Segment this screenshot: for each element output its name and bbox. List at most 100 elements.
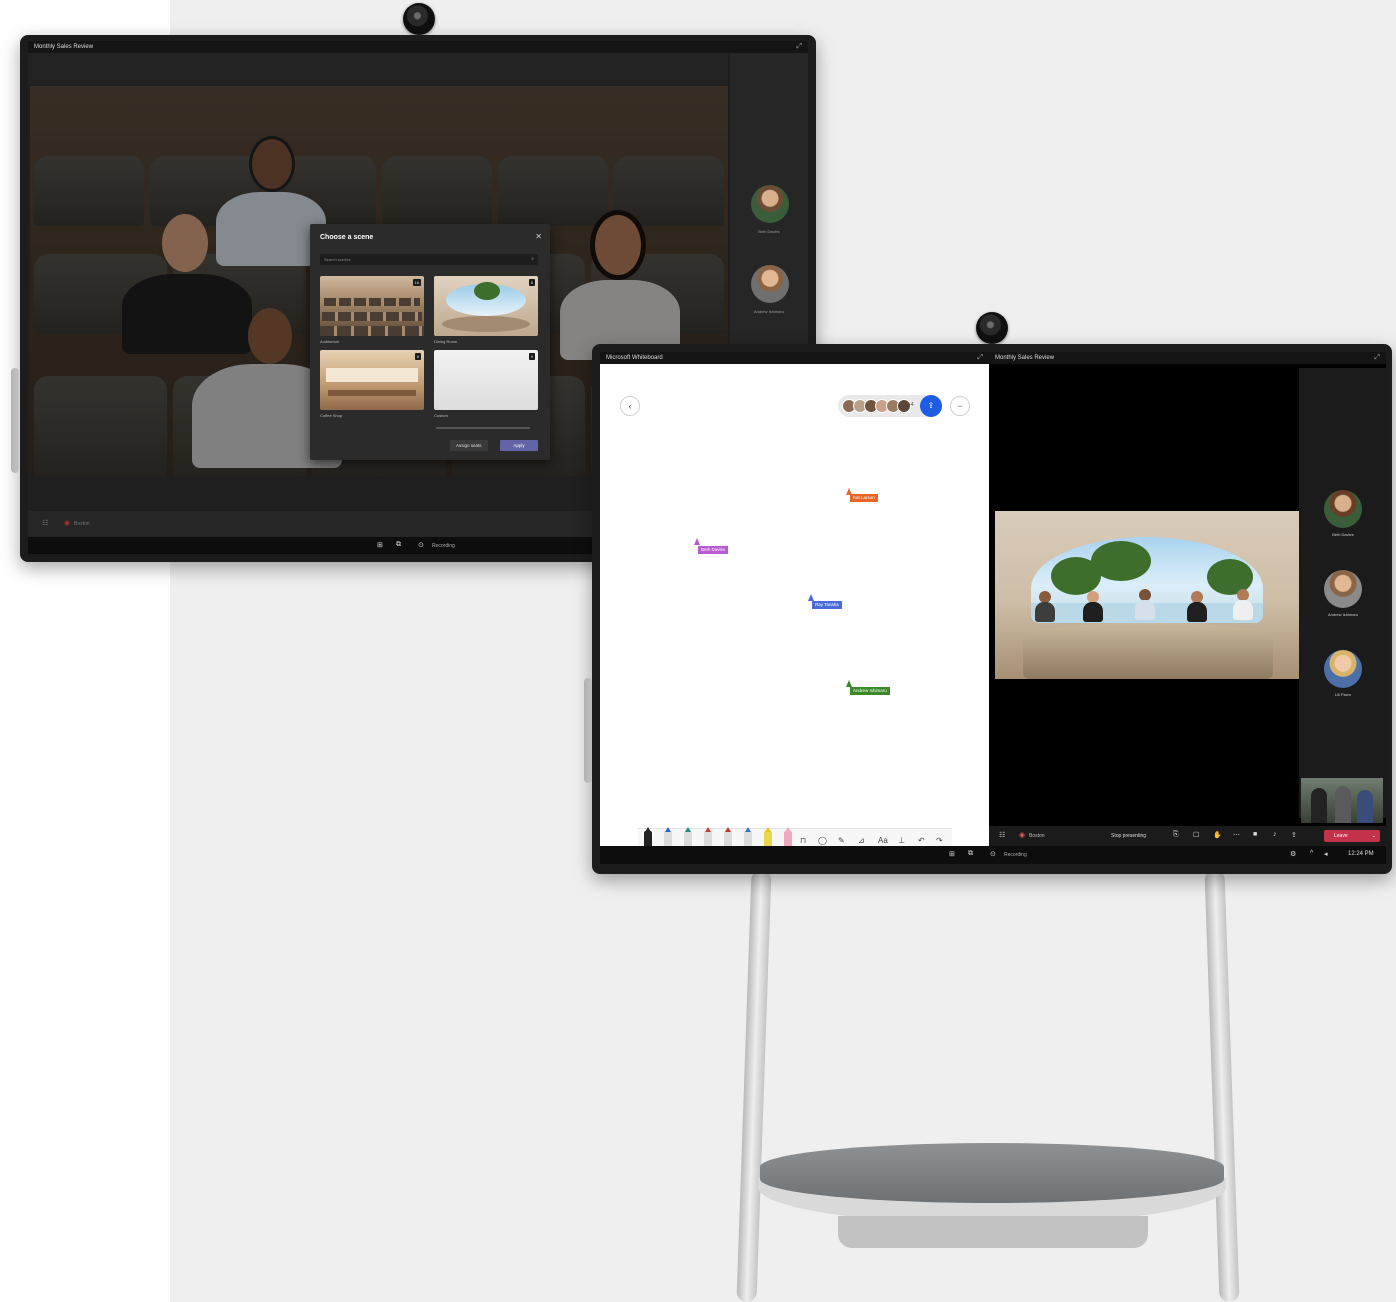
participant-name: Lili Pawn <box>1334 692 1351 697</box>
collaborators-pill[interactable]: +4 ⇪ <box>838 395 942 417</box>
more-icon[interactable]: ⋯ <box>1233 831 1240 839</box>
window-title: Monthly Sales Review <box>34 44 94 50</box>
clock: 12:24 PM <box>1348 851 1374 857</box>
expand-icon[interactable]: ⤢ <box>796 43 802 51</box>
meeting-title: Monthly Sales Review <box>995 355 1055 361</box>
pen-blue[interactable] <box>664 827 672 847</box>
task-view-icon[interactable]: ⧉ <box>968 850 973 858</box>
pen-red[interactable] <box>704 827 712 847</box>
room-label: Boston <box>74 521 90 527</box>
lasso-icon[interactable]: ◯ <box>818 836 827 845</box>
participant-avatar[interactable] <box>1324 490 1362 528</box>
scene-caption: Coffee Shop <box>320 413 343 418</box>
people-icon[interactable]: ☷ <box>999 831 1005 839</box>
dialog-title: Choose a scene <box>320 234 374 241</box>
scene-seat-count: 9 <box>528 353 535 360</box>
device-2-screen: Microsoft Whiteboard ⤢ ‹ +4 ⇪ − Kat Lars… <box>600 352 1386 864</box>
stop-presenting-button[interactable]: Stop presenting <box>1111 833 1146 839</box>
record-icon[interactable]: ⊙ <box>418 541 424 549</box>
close-icon[interactable]: ✕ <box>535 232 542 241</box>
ruler-icon[interactable]: ⊓ <box>800 836 806 845</box>
side-tab-left <box>11 368 19 473</box>
raise-hand-icon[interactable]: ✋ <box>1213 831 1222 839</box>
stand-base-under <box>838 1216 1148 1248</box>
highlighter-yellow[interactable] <box>764 827 772 847</box>
expand-icon[interactable]: ⤢ <box>977 354 983 362</box>
windows-icon[interactable]: ⊞ <box>377 541 383 549</box>
whiteboard-titlebar: Microsoft Whiteboard ⤢ <box>600 352 989 364</box>
undo-icon[interactable]: ↶ <box>918 836 925 845</box>
scene-tile-custom[interactable]: 9 <box>434 350 538 410</box>
cursor-label: Ray Tanaka <box>812 601 842 609</box>
choose-scene-dialog: Choose a scene ✕ Search scenes ⌕ 16 Audi… <box>310 224 550 460</box>
eraser[interactable] <box>784 827 792 847</box>
scene-search-placeholder: Search scenes <box>324 257 351 262</box>
pen-black[interactable] <box>644 827 652 847</box>
whiteboard-title: Microsoft Whiteboard <box>606 355 663 361</box>
participant-avatar[interactable] <box>1324 570 1362 608</box>
scene-caption: Dining Room <box>434 339 458 344</box>
room-icon: ◉ <box>1019 832 1026 839</box>
meeting-pane: Monthly Sales Review ⤢ Beth Davies Andre… <box>989 352 1386 864</box>
pen-teal[interactable] <box>684 827 692 847</box>
back-button[interactable]: ‹ <box>620 396 640 416</box>
notification-icon[interactable]: ⚙ <box>1290 850 1296 858</box>
participant-avatar <box>1233 589 1253 620</box>
cursor-icon <box>846 680 852 687</box>
participant-avatar[interactable] <box>751 185 789 223</box>
participant-avatar[interactable] <box>1324 650 1362 688</box>
pen-red-2[interactable] <box>724 827 732 847</box>
more-options-button[interactable]: − <box>950 396 970 416</box>
scene-tile-dining-room[interactable]: 6 <box>434 276 538 336</box>
expand-icon[interactable]: ⤢ <box>1374 354 1380 362</box>
participant-avatar <box>1083 591 1103 622</box>
search-icon: ⌕ <box>531 256 534 262</box>
apply-button[interactable]: Apply <box>500 440 538 451</box>
whiteboard-pane[interactable]: Microsoft Whiteboard ⤢ ‹ +4 ⇪ − Kat Lars… <box>600 352 989 864</box>
scene-table <box>1023 623 1273 679</box>
windows-icon[interactable]: ⊞ <box>949 850 955 858</box>
people-icon[interactable]: ☷ <box>42 519 48 527</box>
participant-name: Andrew Ishimaru <box>753 309 784 314</box>
volume-icon[interactable]: ◂ <box>1324 850 1328 858</box>
cursor-icon <box>808 594 814 601</box>
whiteboard-icon[interactable]: ☐ <box>1193 831 1199 839</box>
share-button[interactable]: ⇪ <box>920 395 942 417</box>
cursor-icon <box>694 538 700 545</box>
redo-icon[interactable]: ↷ <box>936 836 943 845</box>
mic-icon[interactable]: ♪ <box>1273 831 1277 838</box>
assign-seats-button[interactable]: Assign seats <box>450 440 488 451</box>
participant-rail: Beth Davies Andrew Ishimaru Lili Pawn <box>1299 368 1386 818</box>
text-icon[interactable]: Aa <box>878 836 888 845</box>
participant-avatar <box>1135 589 1155 620</box>
record-icon[interactable]: ⊙ <box>990 850 996 858</box>
scene-search-input[interactable]: Search scenes ⌕ <box>320 254 538 265</box>
participant-avatar <box>1187 591 1207 622</box>
window-titlebar: Monthly Sales Review ⤢ <box>28 41 808 53</box>
leave-label: Leave <box>1334 833 1348 839</box>
leave-button[interactable]: Leave ⌄ <box>1324 830 1380 842</box>
participant-avatar[interactable] <box>751 265 789 303</box>
camera-icon[interactable]: ■ <box>1253 831 1257 838</box>
chevron-up-icon[interactable]: ^ <box>1310 850 1313 857</box>
participant-name: Beth Davies <box>1332 532 1354 537</box>
meeting-controls-bar: ☷ ◉ Boston Stop presenting ⎘ ☐ ✋ ⋯ ■ ♪ ⇪… <box>989 826 1386 846</box>
scene-seat-count: 8 <box>414 353 421 360</box>
self-view-video[interactable] <box>1301 778 1383 823</box>
image-icon[interactable]: ⊿ <box>858 836 865 845</box>
cursor-label: Beth Davies <box>698 546 729 554</box>
pen-settings-icon[interactable]: ✎ <box>838 836 845 845</box>
cursor-label: Kat Larson <box>850 494 878 502</box>
participant-avatar <box>1035 591 1055 622</box>
pen-blue-2[interactable] <box>744 827 752 847</box>
chevron-down-icon[interactable]: ⌄ <box>1372 833 1376 839</box>
scene-tile-coffee-shop[interactable]: 8 <box>320 350 424 410</box>
dialog-scrollbar[interactable] <box>436 427 530 429</box>
share-screen-icon[interactable]: ⇪ <box>1291 831 1297 839</box>
room-icon: ◉ <box>64 520 71 527</box>
room-label: Boston <box>1029 833 1045 839</box>
share-tray-icon[interactable]: ⎘ <box>1173 831 1179 839</box>
insert-icon[interactable]: ⊥ <box>898 836 905 845</box>
scene-tile-auditorium[interactable]: 16 <box>320 276 424 336</box>
task-view-icon[interactable]: ⧉ <box>396 541 401 549</box>
